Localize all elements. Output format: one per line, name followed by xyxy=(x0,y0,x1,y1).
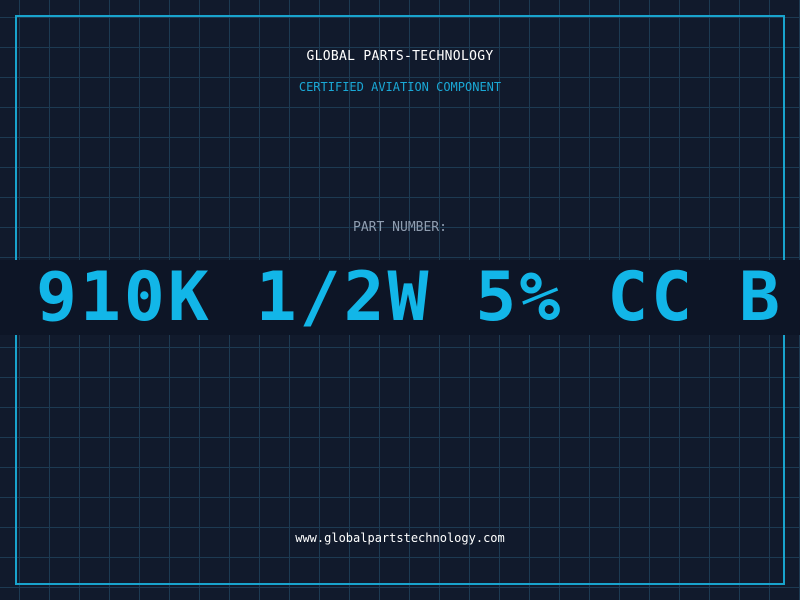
part-number-value: 910K 1/2W 5% CC B xyxy=(36,260,783,335)
certification-subtitle: CERTIFIED AVIATION COMPONENT xyxy=(298,80,502,94)
website-url: www.globalpartstechnology.com xyxy=(295,531,505,545)
part-number-label: PART NUMBER: xyxy=(353,220,447,235)
company-name: GLOBAL PARTS-TECHNOLOGY xyxy=(306,49,494,64)
part-number-band: 910K 1/2W 5% CC B xyxy=(0,260,800,335)
